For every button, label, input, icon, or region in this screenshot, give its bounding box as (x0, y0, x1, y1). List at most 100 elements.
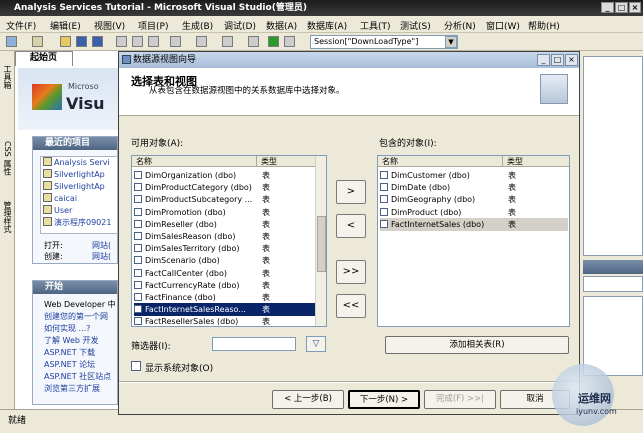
toolbox-tab[interactable]: 工具箱 (2, 65, 13, 89)
copy-icon[interactable] (132, 36, 143, 47)
menu-file[interactable]: 文件(F) (6, 19, 36, 32)
start-link[interactable]: 创建您的第一个网 (44, 311, 118, 323)
minimize-button[interactable]: _ (601, 2, 614, 13)
table-row[interactable]: DimProduct (dbo) 表 (380, 206, 568, 219)
table-row[interactable]: FactInternetSales (dbo) 表 (380, 217, 568, 231)
table-row[interactable]: FactResellerSales (dbo) 表 (134, 315, 315, 326)
add-related-tables-button[interactable]: 添加相关表(R) (385, 336, 569, 354)
table-row[interactable]: DimProductCategory (dbo) 表 (134, 181, 315, 194)
available-list-scrollbar[interactable] (315, 156, 326, 326)
recent-item[interactable]: User (41, 205, 117, 217)
menu-project[interactable]: 项目(P) (138, 19, 168, 32)
table-row[interactable]: DimSalesTerritory (dbo) 表 (134, 242, 315, 255)
finish-button[interactable]: 完成(F) >>| (424, 390, 496, 409)
navigate-back-icon[interactable] (222, 36, 233, 47)
menu-tools[interactable]: 工具(T) (360, 19, 391, 32)
open-folder-icon[interactable] (60, 36, 71, 47)
menu-analyze[interactable]: 分析(N) (444, 19, 476, 32)
column-type-header[interactable]: 类型 (503, 156, 569, 167)
redo-icon[interactable] (196, 36, 207, 47)
show-system-objects-checkbox[interactable] (131, 361, 141, 371)
table-row[interactable]: FactCurrencyRate (dbo) 表 (134, 279, 315, 292)
table-row[interactable]: DimSalesReason (dbo) 表 (134, 230, 315, 243)
table-row[interactable]: FactFinance (dbo) 表 (134, 291, 315, 304)
table-row[interactable]: DimDate (dbo) 表 (380, 181, 568, 194)
save-all-icon[interactable] (92, 36, 103, 47)
tab-start-page[interactable]: 起始页 (15, 51, 73, 66)
recent-item[interactable]: SilverlightAp (41, 169, 117, 181)
css-properties-tab[interactable]: CSS 属性 (2, 141, 13, 175)
navigate-forward-icon[interactable] (248, 36, 259, 47)
start-link[interactable]: ASP.NET 论坛 (44, 359, 118, 371)
move-all-left-button[interactable]: << (336, 294, 366, 318)
table-row[interactable]: DimGeography (dbo) 表 (380, 193, 568, 206)
available-objects-list[interactable]: 名称 类型 DimOrganization (dbo) 表 DimProductCa… (131, 155, 327, 327)
start-debug-icon[interactable] (268, 36, 279, 47)
menu-build[interactable]: 生成(B) (182, 19, 213, 32)
table-row[interactable]: FactInternetSalesReaso... 表 (134, 303, 315, 317)
close-window-button[interactable]: × (629, 2, 641, 13)
manage-styles-tab[interactable]: 管理样式 (2, 201, 13, 233)
row-name: DimReseller (dbo) (145, 219, 217, 229)
vs-logo-text: Microso (68, 82, 99, 91)
menu-debug[interactable]: 调试(D) (224, 19, 256, 32)
add-item-icon[interactable] (32, 36, 43, 47)
scrollbar-thumb[interactable] (317, 216, 326, 272)
find-combo[interactable]: Session["DownLoadType"] (310, 35, 458, 49)
menu-help[interactable]: 帮助(H) (528, 19, 560, 32)
undo-icon[interactable] (170, 36, 181, 47)
table-row[interactable]: DimScenario (dbo) 表 (134, 254, 315, 267)
start-link[interactable]: ASP.NET 社区站点 (44, 371, 118, 383)
next-button[interactable]: 下一步(N) > (348, 390, 420, 409)
menu-edit[interactable]: 编辑(E) (50, 19, 81, 32)
dialog-maximize-button[interactable]: □ (551, 54, 564, 66)
start-link[interactable]: 浏览第三方扩展 (44, 383, 118, 395)
table-row[interactable]: DimPromotion (dbo) 表 (134, 206, 315, 219)
create-website-link[interactable]: 网站( (92, 251, 111, 262)
properties-grid (583, 296, 643, 376)
menu-data[interactable]: 数据(A) (266, 19, 297, 32)
properties-selector[interactable] (583, 276, 643, 292)
paste-icon[interactable] (148, 36, 159, 47)
recent-item[interactable]: Analysis Servi (41, 157, 117, 169)
vs-banner: Microso Visu (18, 68, 118, 130)
solution-config-icon[interactable] (284, 36, 295, 47)
back-button[interactable]: < 上一步(B) (272, 390, 344, 409)
open-website-link[interactable]: 网站( (92, 240, 111, 251)
dialog-minimize-button[interactable]: _ (537, 54, 550, 66)
recent-item[interactable]: caicai (41, 193, 117, 205)
menu-view[interactable]: 视图(V) (94, 19, 125, 32)
table-row[interactable]: DimCustomer (dbo) 表 (380, 169, 568, 182)
included-objects-list[interactable]: 名称 类型 DimCustomer (dbo) 表 DimDate (dbo) 表 Di… (377, 155, 570, 327)
table-row[interactable]: DimReseller (dbo) 表 (134, 218, 315, 231)
save-icon[interactable] (76, 36, 87, 47)
table-row[interactable]: DimOrganization (dbo) 表 (134, 169, 315, 182)
new-project-icon[interactable] (6, 36, 17, 47)
menu-window[interactable]: 窗口(W) (486, 19, 520, 32)
start-link[interactable]: 如何实现 ...? (44, 323, 118, 335)
move-all-right-button[interactable]: >> (336, 260, 366, 284)
recent-item[interactable]: 演示程序09021 (41, 217, 117, 229)
move-right-button[interactable]: > (336, 180, 366, 204)
start-link[interactable]: ASP.NET 下载 (44, 347, 118, 359)
dialog-close-button[interactable]: × (565, 54, 578, 66)
filter-icon[interactable]: ▽ (306, 336, 326, 352)
table-icon (380, 207, 388, 216)
column-name-header[interactable]: 名称 (378, 156, 503, 167)
filter-input[interactable] (212, 337, 296, 351)
maximize-button[interactable]: □ (615, 2, 628, 13)
cut-icon[interactable] (116, 36, 127, 47)
row-type: 表 (262, 293, 270, 302)
start-link[interactable]: Web Developer 中 (44, 299, 118, 311)
recent-item[interactable]: SilverlightAp (41, 181, 117, 193)
chevron-down-icon[interactable]: ▼ (445, 36, 457, 48)
table-row[interactable]: FactCallCenter (dbo) 表 (134, 267, 315, 280)
getting-started-title: 开始 (33, 281, 117, 294)
menu-database[interactable]: 数据库(A) (307, 19, 347, 32)
start-link[interactable]: 了解 Web 开发 (44, 335, 118, 347)
move-left-button[interactable]: < (336, 214, 366, 238)
table-row[interactable]: DimProductSubcategory ... 表 (134, 193, 315, 206)
menu-test[interactable]: 测试(S) (400, 19, 431, 32)
column-name-header[interactable]: 名称 (132, 156, 257, 167)
column-type-header[interactable]: 类型 (257, 156, 317, 167)
